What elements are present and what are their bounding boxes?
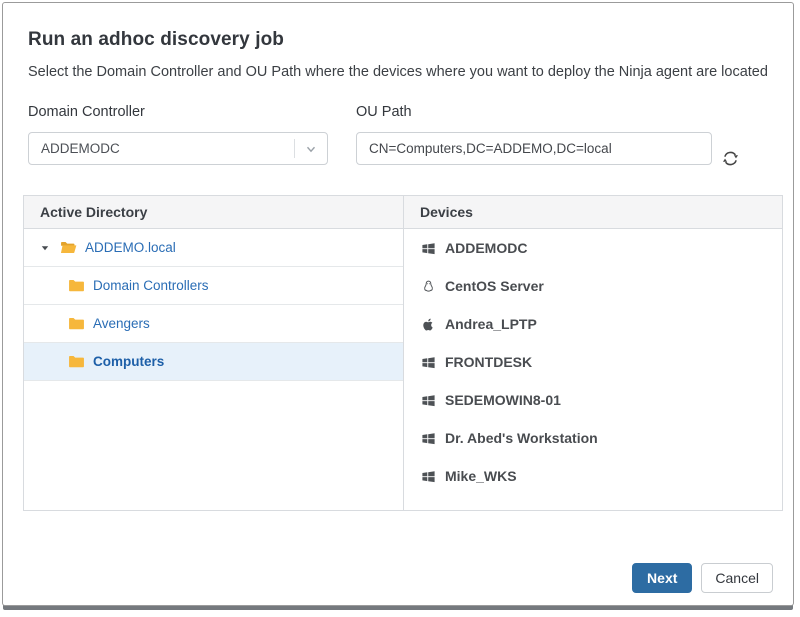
device-row[interactable]: CentOS Server (404, 267, 782, 305)
device-name: CentOS Server (445, 278, 544, 294)
device-row[interactable]: Mike_WKS (404, 457, 782, 495)
device-name: ADDEMODC (445, 240, 527, 256)
device-row[interactable]: SEDEMOWIN8-01 (404, 381, 782, 419)
device-row[interactable]: Andrea_LPTP (404, 305, 782, 343)
device-row[interactable]: FRONTDESK (404, 343, 782, 381)
tree-item-label: Computers (93, 354, 164, 369)
tree-item-domain-controllers[interactable]: Domain Controllers (24, 267, 403, 305)
folder-icon (68, 354, 85, 369)
device-row[interactable]: ADDEMODC (404, 229, 782, 267)
dialog-footer: Next Cancel (632, 563, 773, 593)
chevron-down-icon (295, 142, 327, 156)
device-name: Mike_WKS (445, 468, 517, 484)
device-name: FRONTDESK (445, 354, 532, 370)
column-header-active-directory: Active Directory (24, 196, 403, 228)
form-row: Domain Controller ADDEMODC OU Path (28, 104, 773, 169)
windows-icon (420, 469, 436, 484)
tree-item-label: ADDEMO.local (85, 240, 176, 255)
dialog-subtitle: Select the Domain Controller and OU Path… (28, 64, 773, 80)
dialog-title: Run an adhoc discovery job (28, 29, 773, 51)
domain-controller-value: ADDEMODC (41, 141, 294, 156)
refresh-button[interactable] (719, 147, 741, 169)
device-row[interactable]: Dr. Abed's Workstation (404, 419, 782, 457)
apple-icon (420, 317, 436, 332)
directory-devices-table: Active Directory Devices ADDEMO.local (23, 195, 783, 511)
caret-down-icon[interactable] (38, 243, 52, 253)
tree-item-computers[interactable]: Computers (24, 343, 403, 381)
tree-item-label: Avengers (93, 316, 150, 331)
domain-controller-label: Domain Controller (28, 104, 328, 120)
windows-icon (420, 241, 436, 256)
ou-path-input[interactable] (356, 132, 712, 165)
folder-icon (68, 316, 85, 331)
column-header-devices: Devices (403, 196, 782, 228)
table-header-row: Active Directory Devices (24, 196, 782, 229)
tree-item-addemo-local[interactable]: ADDEMO.local (24, 229, 403, 267)
tree-item-avengers[interactable]: Avengers (24, 305, 403, 343)
active-directory-tree: ADDEMO.local Domain Controllers (24, 229, 403, 510)
next-button[interactable]: Next (632, 563, 692, 593)
device-name: Andrea_LPTP (445, 316, 537, 332)
devices-list: ADDEMODC CentOS Server (403, 229, 782, 510)
tree-item-label: Domain Controllers (93, 278, 209, 293)
refresh-icon (722, 150, 739, 167)
folder-icon (68, 278, 85, 293)
folder-open-icon (60, 240, 77, 255)
linux-icon (420, 279, 436, 294)
device-name: Dr. Abed's Workstation (445, 430, 598, 446)
adhoc-discovery-dialog: Run an adhoc discovery job Select the Do… (2, 2, 794, 606)
ou-path-label: OU Path (356, 104, 712, 120)
domain-controller-select[interactable]: ADDEMODC (28, 132, 328, 165)
cancel-button[interactable]: Cancel (701, 563, 773, 593)
windows-icon (420, 431, 436, 446)
windows-icon (420, 355, 436, 370)
device-name: SEDEMOWIN8-01 (445, 392, 561, 408)
windows-icon (420, 393, 436, 408)
